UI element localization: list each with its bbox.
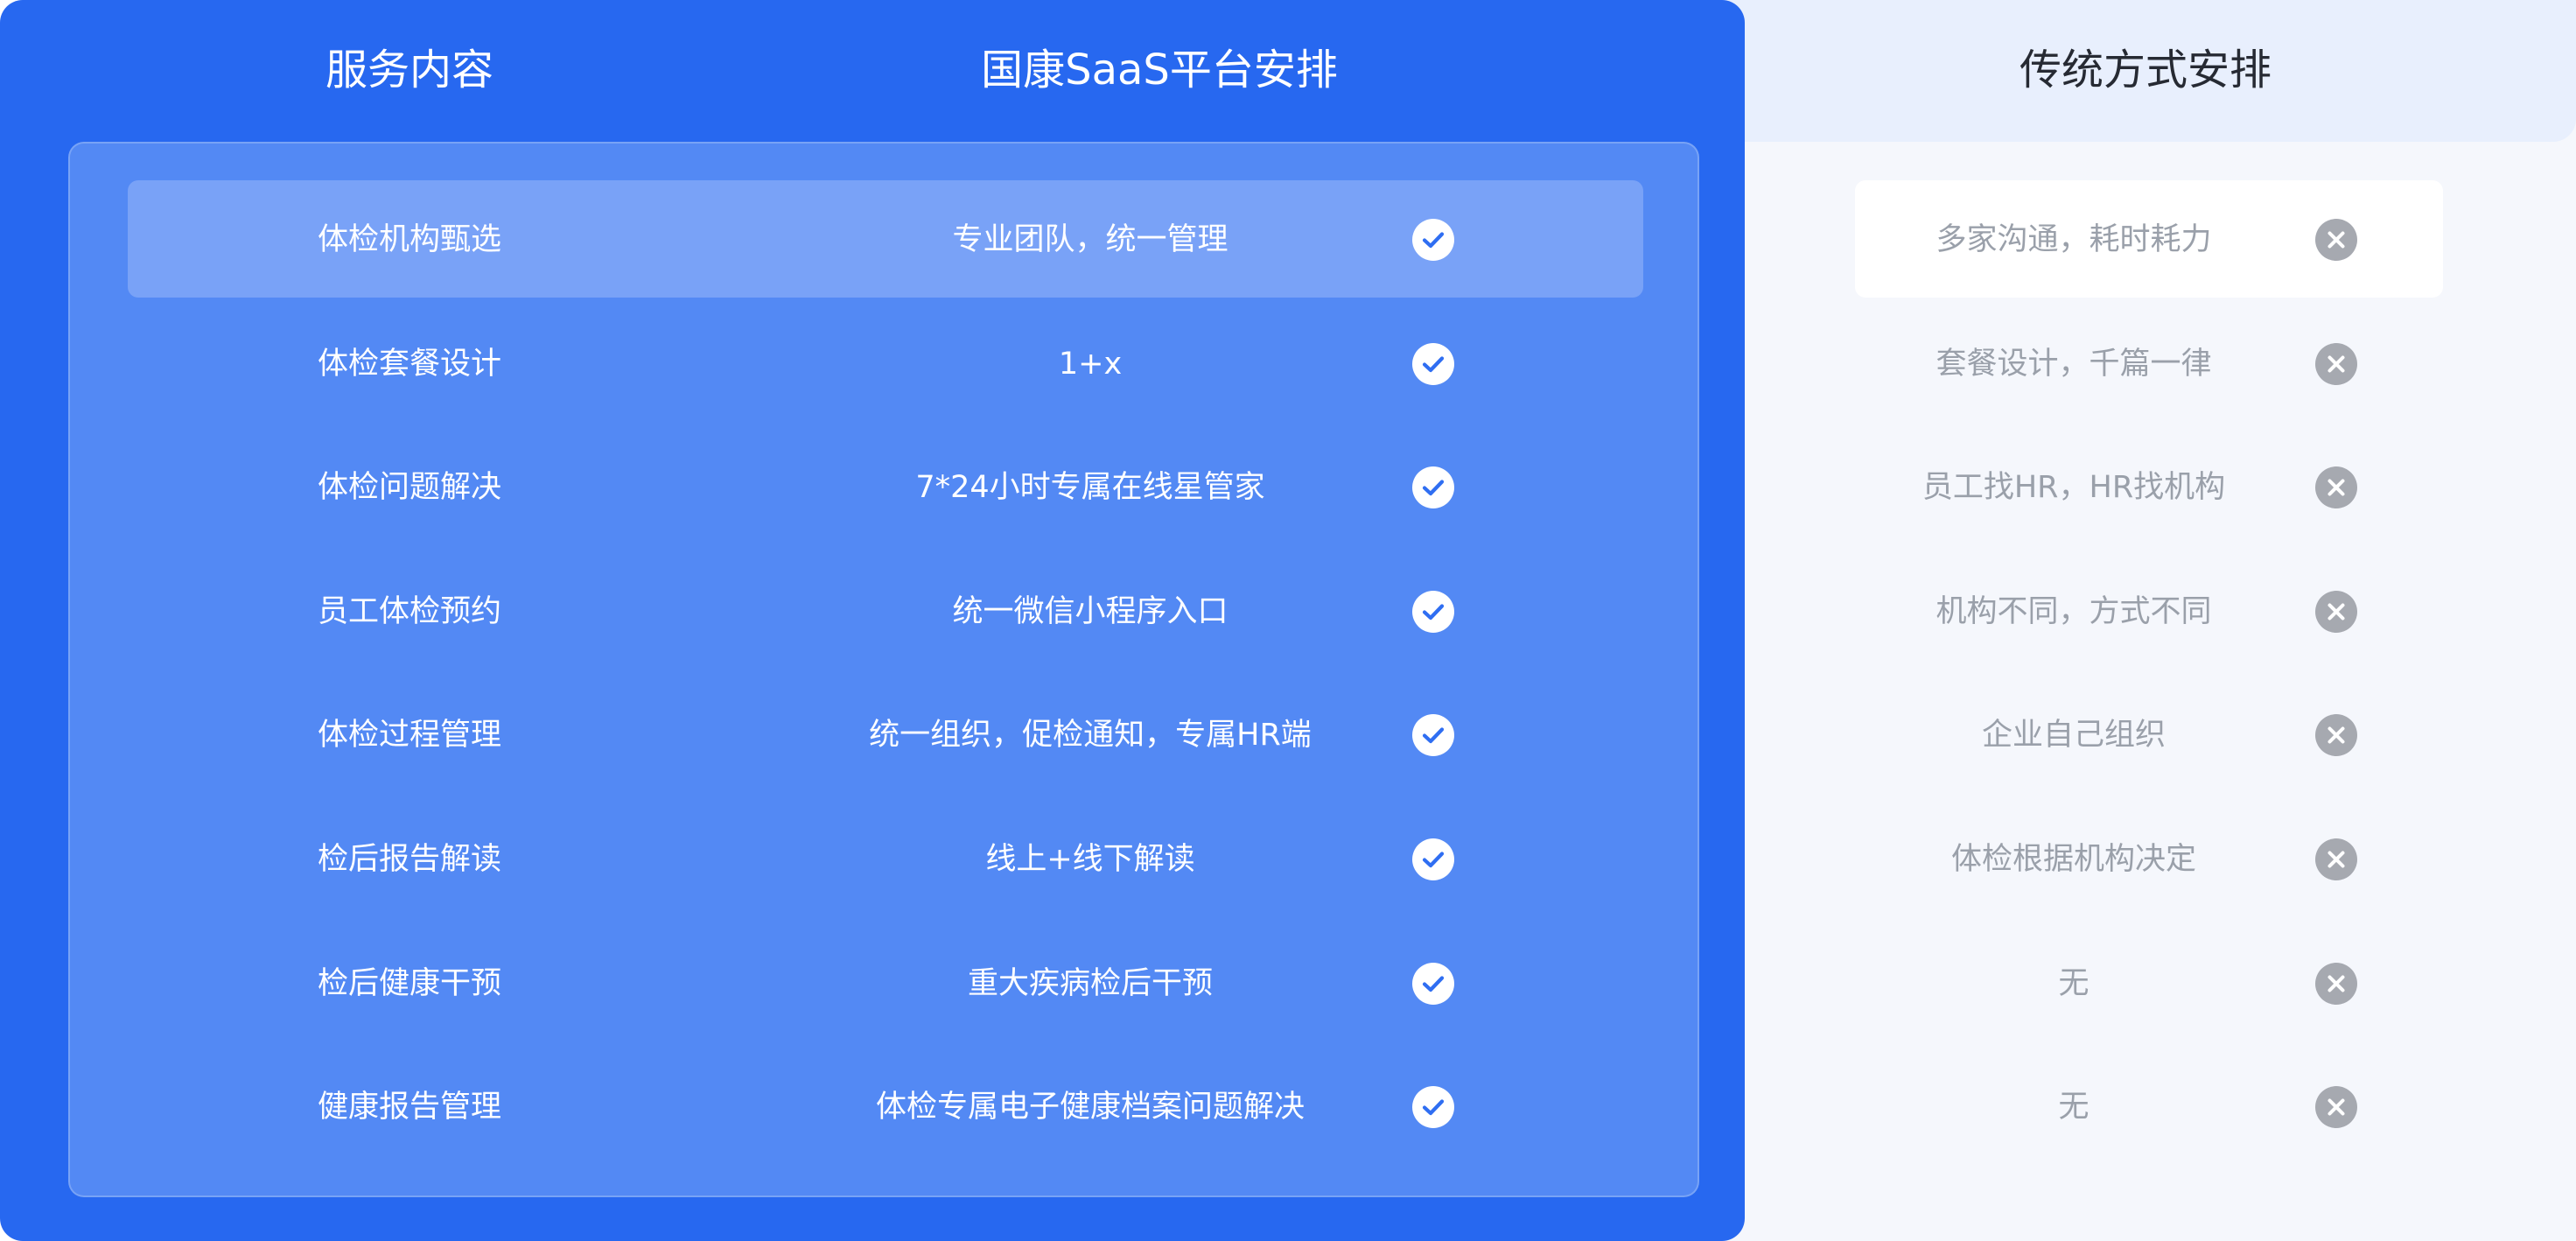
saas-arrangement-text: 7*24小时专属在线星管家	[915, 470, 1265, 505]
x-circle-icon	[2315, 963, 2357, 1005]
service-item-label: 体检过程管理	[317, 718, 501, 753]
saas-arrangement-text: 体检专属电子健康档案问题解决	[875, 1090, 1305, 1125]
check-circle-icon	[1412, 963, 1454, 1005]
check-circle-icon	[1412, 838, 1454, 880]
x-circle-icon	[2315, 714, 2357, 756]
check-circle-icon	[1412, 714, 1454, 756]
traditional-arrangement-text: 无	[2058, 966, 2090, 1001]
comparison-rows-box	[68, 142, 1699, 1197]
check-circle-icon	[1412, 1086, 1454, 1128]
saas-arrangement-text: 重大疾病检后干预	[967, 966, 1213, 1001]
saas-arrangement-text: 线上+线下解读	[985, 842, 1195, 877]
saas-arrangement-header: 国康SaaS平台安排	[981, 46, 1338, 95]
check-circle-icon	[1412, 219, 1454, 261]
service-item-label: 体检问题解决	[317, 470, 501, 505]
service-content-header: 服务内容	[325, 46, 494, 95]
saas-arrangement-text: 统一微信小程序入口	[952, 594, 1228, 629]
service-item-label: 员工体检预约	[317, 594, 501, 629]
x-circle-icon	[2315, 219, 2357, 261]
traditional-arrangement-text: 机构不同，方式不同	[1936, 594, 2212, 629]
service-item-label: 检后报告解读	[317, 842, 501, 877]
traditional-arrangement-text: 多家沟通，耗时耗力	[1936, 222, 2212, 257]
traditional-arrangement-text: 无	[2058, 1090, 2090, 1125]
saas-arrangement-text: 专业团队，统一管理	[952, 222, 1228, 257]
check-circle-icon	[1412, 466, 1454, 508]
traditional-arrangement-text: 企业自己组织	[1981, 718, 2166, 753]
x-circle-icon	[2315, 1086, 2357, 1128]
service-item-label: 体检机构甄选	[317, 222, 501, 257]
saas-arrangement-text: 统一组织，促检通知，专属HR端	[869, 718, 1312, 753]
x-circle-icon	[2315, 466, 2357, 508]
x-circle-icon	[2315, 591, 2357, 633]
x-circle-icon	[2315, 343, 2357, 385]
traditional-arrangement-text: 套餐设计，千篇一律	[1936, 347, 2212, 382]
service-item-label: 健康报告管理	[317, 1090, 501, 1125]
x-circle-icon	[2315, 838, 2357, 880]
saas-arrangement-text: 1+x	[1058, 347, 1123, 382]
traditional-arrangement-header: 传统方式安排	[2019, 46, 2272, 95]
check-circle-icon	[1412, 343, 1454, 385]
service-item-label: 检后健康干预	[317, 966, 501, 1001]
service-item-label: 体检套餐设计	[317, 347, 501, 382]
traditional-arrangement-text: 员工找HR，HR找机构	[1922, 470, 2226, 505]
traditional-arrangement-text: 体检根据机构决定	[1950, 842, 2196, 877]
check-circle-icon	[1412, 591, 1454, 633]
